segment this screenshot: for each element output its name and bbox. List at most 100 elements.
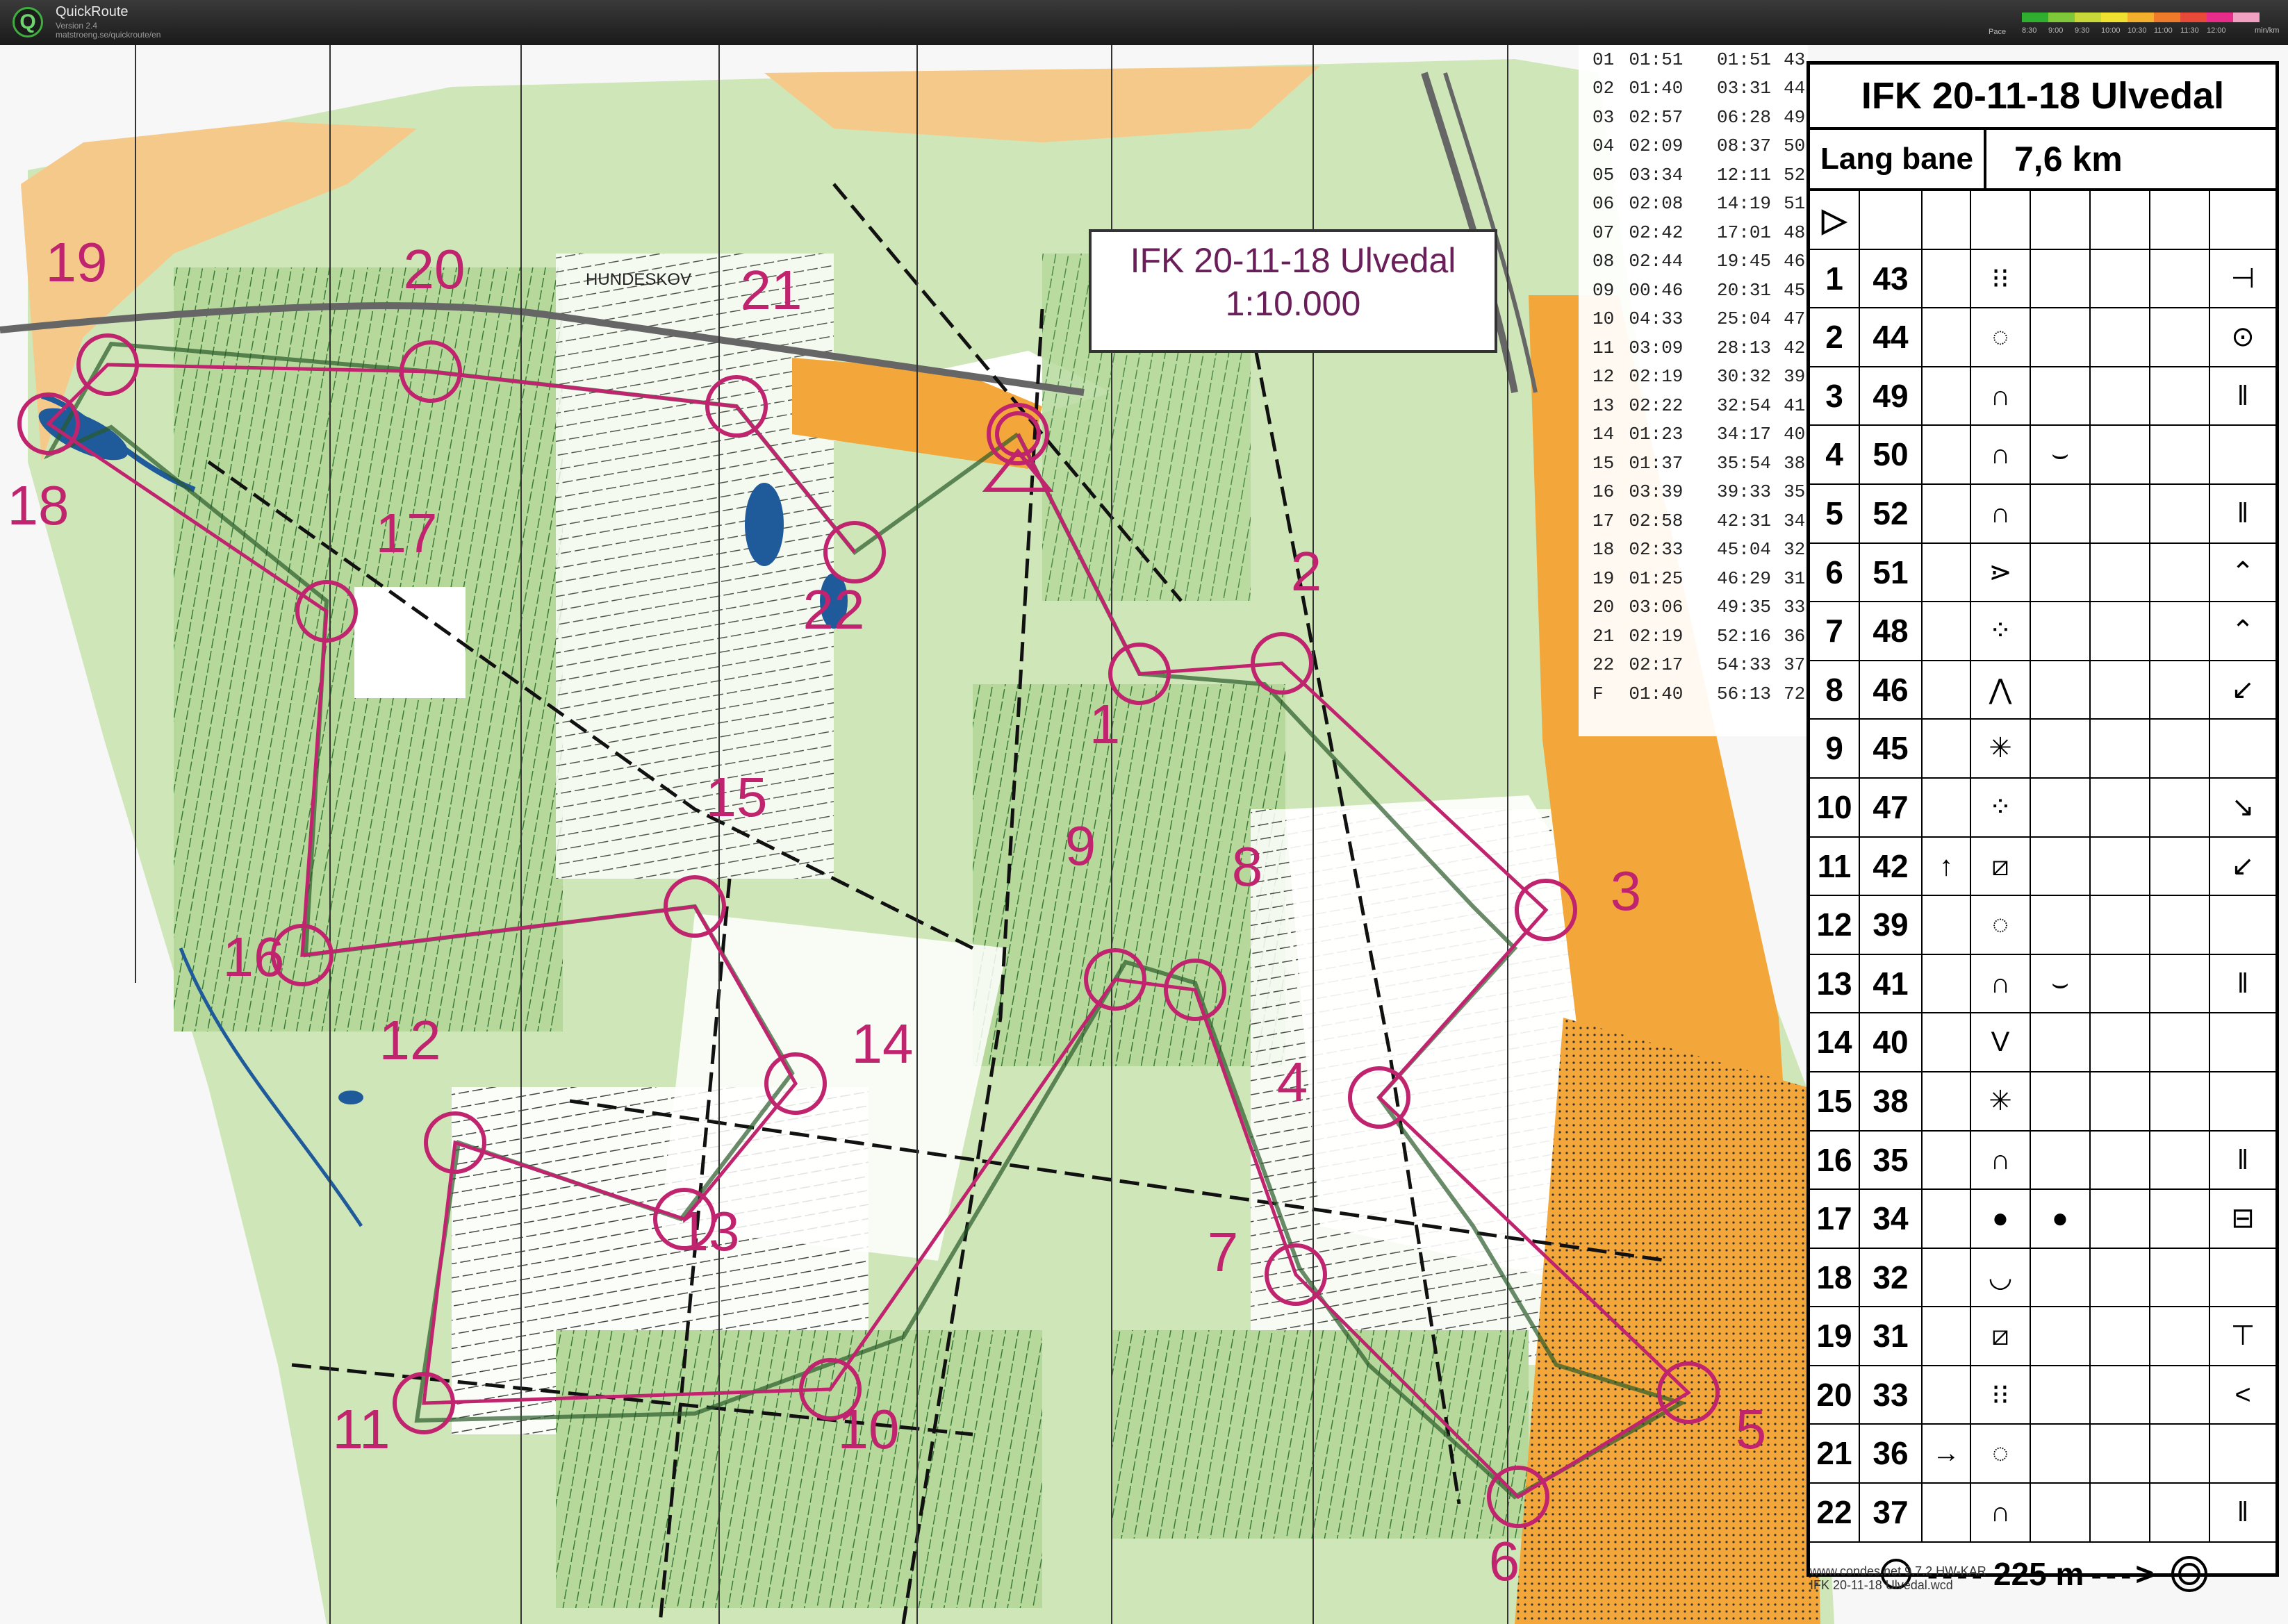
feature-symbol: ⧄ <box>1971 837 2031 895</box>
pace-color-segment <box>2127 13 2154 22</box>
combination-cell <box>2150 1072 2210 1130</box>
pace-color-segment <box>2154 13 2180 22</box>
split-pace: 52 <box>1784 164 1806 185</box>
split-pace: 51 <box>1784 193 1806 215</box>
which-feature-symbol <box>1923 896 1971 954</box>
control-number: 17 <box>1810 1190 1860 1248</box>
dimensions-cell <box>2091 426 2150 483</box>
which-feature-symbol <box>1923 367 1971 425</box>
split-leg: 07 <box>1592 222 1615 243</box>
pace-tick: 11:30 <box>2180 26 2199 35</box>
location-symbol: ‖ <box>2237 1497 2249 1528</box>
pace-color-segment <box>2075 13 2101 22</box>
dimensions-cell <box>2091 720 2150 777</box>
pace-ticks: 8:30 9:00 9:30 10:00 10:30 11:00 11:30 12:00 <box>2022 26 2233 35</box>
split-time: 01:40 <box>1629 683 1684 704</box>
split-row: 18 02:33 45:04 32 <box>1579 536 1808 565</box>
course-name: Lang bane <box>1810 130 1986 188</box>
combination-cell <box>2150 1484 2210 1541</box>
control-number-label-2: 2 <box>1291 540 1322 602</box>
combination-cell <box>2150 1248 2210 1307</box>
description-row: 12 39 ◌ <box>1810 896 2275 955</box>
control-number-label-11: 11 <box>332 1398 390 1460</box>
description-start-row: ▷ <box>1810 191 2275 250</box>
split-leg: 17 <box>1592 510 1615 531</box>
location-symbol: ‖ <box>2237 1144 2249 1175</box>
location-symbol: ⊙ <box>2231 322 2255 353</box>
description-row: 2 44 ◌ ⊙ <box>1810 308 2275 367</box>
split-total: 14:19 <box>1717 193 1772 215</box>
control-code: 51 <box>1860 543 1923 602</box>
combination-cell <box>2150 308 2210 366</box>
feature-symbol: ⁝⁝ <box>1971 1366 2031 1424</box>
control-number-label-14: 14 <box>852 1013 914 1075</box>
description-row: 10 47 ⁘ ↘ <box>1810 778 2275 838</box>
combination-cell <box>2150 367 2210 425</box>
control-code: 37 <box>1860 1484 1923 1541</box>
split-total: 52:16 <box>1717 625 1772 647</box>
split-pace: 46 <box>1784 251 1806 272</box>
appearance-symbol <box>2031 1307 2091 1365</box>
appearance-symbol <box>2031 1484 2091 1541</box>
split-time: 01:40 <box>1629 78 1684 99</box>
place-label-hundeskov: HUNDESKOV <box>586 270 691 289</box>
finish-distance: 225 m <box>1993 1555 2084 1592</box>
description-row: 5 52 ∩ ‖ <box>1810 484 2275 544</box>
finish-circle-icon <box>2171 1555 2208 1592</box>
split-time: 01:51 <box>1629 49 1684 70</box>
split-leg: 08 <box>1592 251 1615 272</box>
split-time: 01:25 <box>1629 567 1684 589</box>
which-feature-symbol <box>1923 249 1971 308</box>
location-symbol <box>2210 896 2275 954</box>
which-feature-symbol <box>1923 720 1971 777</box>
split-leg: 03 <box>1592 106 1615 128</box>
location-symbol <box>2210 426 2275 483</box>
split-time: 02:44 <box>1629 251 1684 272</box>
location-symbol: < <box>2234 1379 2251 1410</box>
control-number-label-22: 22 <box>803 579 865 640</box>
control-number-label-12: 12 <box>379 1009 441 1071</box>
control-code: 42 <box>1860 837 1923 895</box>
appearance-symbol <box>2031 1072 2091 1130</box>
combination-cell <box>2150 484 2210 542</box>
app-url[interactable]: matstroeng.se/quickroute/en <box>56 30 161 40</box>
location-symbol: ⊟ <box>2231 1203 2255 1234</box>
split-total: 45:04 <box>1717 539 1772 561</box>
split-pace: 43 <box>1784 49 1806 70</box>
app-titlebar: Q QuickRoute Version 2.4 matstroeng.se/q… <box>0 0 2288 45</box>
split-times-table: 01 01:51 01:51 43 02 01:40 03:31 44 03 02:57 06:28… <box>1579 45 1808 736</box>
location-symbol: ⌃ <box>2231 556 2255 588</box>
control-number-label-17: 17 <box>376 502 438 564</box>
appearance-symbol <box>2031 720 2091 777</box>
appearance-symbol: ● <box>2031 1190 2091 1248</box>
control-code: 40 <box>1860 1013 1923 1071</box>
split-time: 01:37 <box>1629 452 1684 474</box>
split-pace: 44 <box>1784 78 1806 99</box>
split-total: 30:32 <box>1717 366 1772 388</box>
split-leg: 12 <box>1592 366 1615 388</box>
dimensions-cell <box>2091 308 2150 366</box>
split-pace: 40 <box>1784 424 1806 445</box>
split-pace: 36 <box>1784 625 1806 647</box>
dimensions-cell <box>2091 1013 2150 1071</box>
description-row: 22 37 ∩ ‖ <box>1810 1484 2275 1543</box>
split-row: 13 02:22 32:54 41 <box>1579 391 1808 420</box>
feature-symbol: ∩ <box>1971 1131 2031 1189</box>
control-code: 39 <box>1860 896 1923 954</box>
app-version: Version 2.4 <box>56 21 98 31</box>
split-leg: 14 <box>1592 424 1615 445</box>
description-row: 6 51 ⋗ ⌃ <box>1810 543 2275 603</box>
appearance-symbol <box>2031 778 2091 836</box>
feature-symbol: ✳ <box>1971 1072 2031 1130</box>
combination-cell <box>2150 426 2210 483</box>
appearance-symbol <box>2031 896 2091 954</box>
control-number: 21 <box>1810 1425 1860 1483</box>
which-feature-symbol <box>1923 602 1971 660</box>
control-code: 34 <box>1860 1190 1923 1248</box>
split-leg: 05 <box>1592 164 1615 185</box>
split-pace: 45 <box>1784 279 1806 301</box>
appearance-symbol <box>2031 1131 2091 1189</box>
pace-tick: 10:00 <box>2101 26 2121 35</box>
which-feature-symbol <box>1923 484 1971 542</box>
dimensions-cell <box>2091 954 2150 1013</box>
